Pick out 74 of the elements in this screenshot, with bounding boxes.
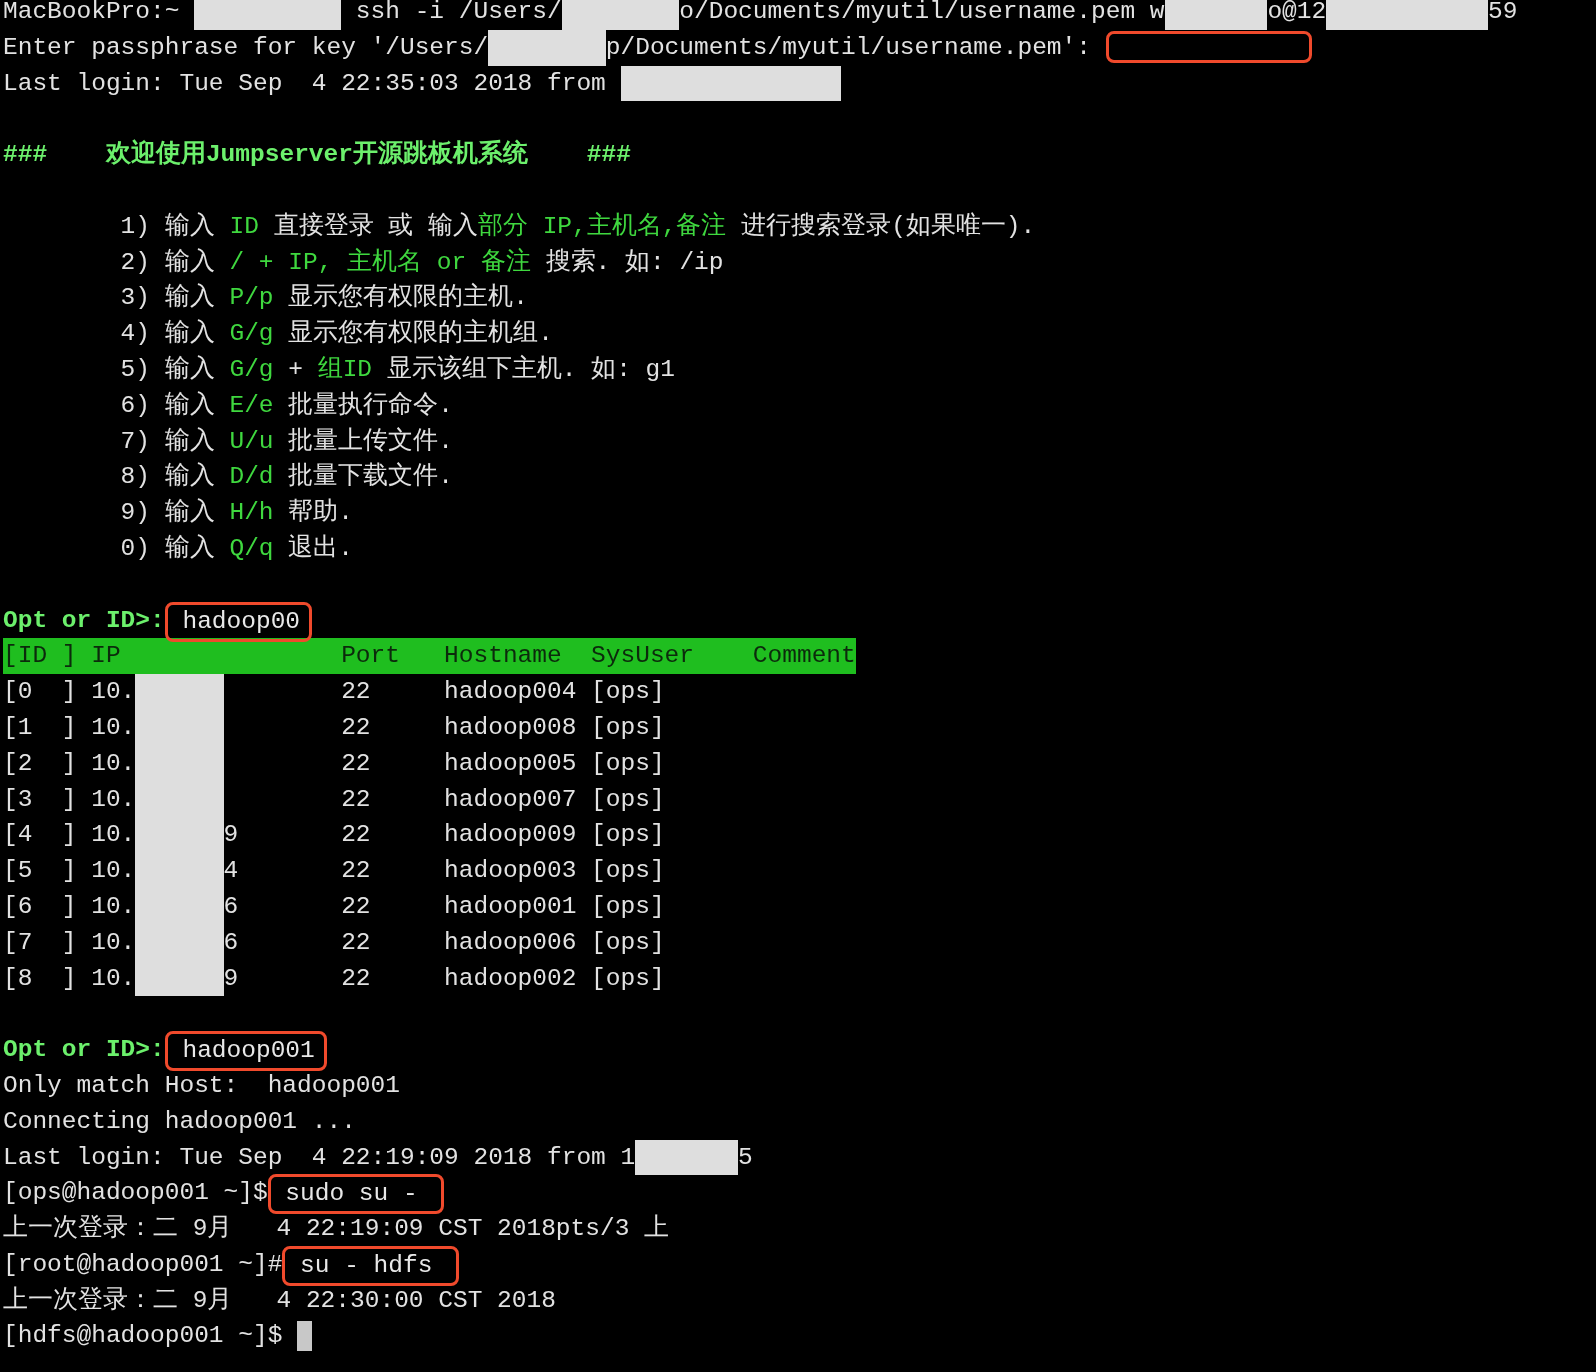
terminal-text: [7 ] 10.: [3, 928, 136, 956]
terminal-text: 直接登录 或 输入: [272, 212, 478, 240]
terminal-text: 6) 输入: [119, 391, 216, 419]
prompt-text: Opt or ID>:: [3, 1036, 165, 1064]
terminal-text: 上一次登录：二 9月 4 22:19:09 CST 2018pts/3 上: [3, 1215, 670, 1243]
terminal-text: [2 ] 10.: [3, 749, 136, 777]
terminal-text: 退出.: [287, 534, 353, 562]
terminal-text: 1) 输入: [119, 212, 216, 240]
terminal-text: [ops@hadoop001 ~]$: [3, 1179, 268, 1207]
terminal-text: [5 ] 10.: [3, 857, 136, 885]
terminal-text: Last login: Tue Sep 4 22:19:09 2018 from 1: [3, 1143, 636, 1171]
highlighted-text: / + IP, 主机名 or 备注: [229, 248, 531, 276]
terminal-text: o@12: [1267, 0, 1327, 25]
highlighted-text: D/d: [229, 463, 274, 491]
terminal-text: Connecting hadoop001 ...: [3, 1107, 356, 1135]
terminal-text: [4 ] 10.: [3, 821, 136, 849]
terminal-text: 4 22 hadoop003 [ops]: [223, 857, 665, 885]
terminal-text: 搜索. 如: /ip: [544, 248, 724, 276]
highlighted-text: P/p: [229, 284, 274, 312]
terminal-text: 9 22 hadoop009 [ops]: [223, 821, 665, 849]
terminal-text: [1 ] 10.: [3, 713, 136, 741]
highlighted-text: G/g: [229, 355, 274, 383]
terminal-text: ssh -i /Users/: [354, 0, 562, 25]
terminal-text: 3) 输入: [119, 284, 216, 312]
terminal-text: Enter passphrase for key '/Users/: [3, 33, 489, 61]
terminal-text: [hdfs@hadoop001 ~]$: [3, 1322, 284, 1350]
terminal-text: 22 hadoop004 [ops]: [340, 678, 665, 706]
highlighted-text: H/h: [229, 499, 274, 527]
terminal-text: 显示您有权限的主机组.: [287, 320, 553, 348]
terminal-text: 22 hadoop005 [ops]: [340, 749, 665, 777]
prompt-text: ### 欢迎使用Jumpserver开源跳板机系统 ###: [3, 141, 631, 169]
terminal-text: [6 ] 10.: [3, 892, 136, 920]
terminal-text: MacBookPro:~: [3, 0, 181, 25]
table-header: [ID ] IP Port Hostname SysUser Comment: [3, 638, 856, 675]
terminal-text: 显示该组下主机. 如: g1: [385, 355, 675, 383]
terminal-text: o/Documents/myutil/username.pem w: [679, 0, 1165, 25]
terminal-text: [3 ] 10.: [3, 785, 136, 813]
terminal-text: [0 ] 10.: [3, 678, 136, 706]
terminal-text: 批量上传文件.: [287, 427, 453, 455]
terminal-text: [root@hadoop001 ~]#: [3, 1250, 283, 1278]
terminal-text: 批量执行命令.: [287, 391, 453, 419]
terminal-text: 7) 输入: [119, 427, 216, 455]
terminal-text: p/Documents/myutil/username.pem':: [605, 33, 1091, 61]
highlighted-text: 组ID: [317, 355, 373, 383]
terminal-text: 显示您有权限的主机.: [287, 284, 528, 312]
terminal-text: 6 22 hadoop001 [ops]: [223, 892, 665, 920]
highlighted-text: 部分 IP,主机名,备注: [477, 212, 727, 240]
highlighted-text: G/g: [229, 320, 274, 348]
terminal-text: 59: [1487, 0, 1518, 25]
terminal-text: 0) 输入: [119, 534, 216, 562]
terminal-text: 22 hadoop008 [ops]: [340, 713, 665, 741]
terminal-text: 批量下载文件.: [287, 463, 453, 491]
terminal-text: 上一次登录：二 9月 4 22:30:00 CST 2018: [3, 1286, 556, 1314]
text-cursor: [297, 1321, 312, 1351]
terminal-text: 22 hadoop007 [ops]: [340, 785, 665, 813]
highlighted-text: E/e: [229, 391, 274, 419]
terminal-text: 6 22 hadoop006 [ops]: [223, 928, 665, 956]
terminal-text: Last login: Tue Sep 4 22:35:03 2018 from: [3, 69, 607, 97]
terminal-text: +: [287, 355, 304, 383]
highlighted-text: ID: [229, 212, 259, 240]
prompt-text: Opt or ID>:: [3, 606, 165, 634]
terminal-text: 8) 输入: [119, 463, 216, 491]
terminal-text: 9) 输入: [119, 499, 216, 527]
highlighted-text: U/u: [229, 427, 274, 455]
terminal-text: 9 22 hadoop002 [ops]: [223, 964, 665, 992]
terminal-text: 进行搜索登录(如果唯一).: [740, 212, 1036, 240]
terminal-text: 5) 输入: [119, 355, 216, 383]
terminal-text: [8 ] 10.: [3, 964, 136, 992]
highlighted-text: Q/q: [229, 534, 274, 562]
terminal-text: 4) 输入: [119, 320, 216, 348]
terminal-text: 帮助.: [287, 499, 353, 527]
terminal-text: 5: [738, 1143, 753, 1171]
terminal-text: 2) 输入: [119, 248, 216, 276]
terminal-text: Only match Host: hadoop001: [3, 1071, 400, 1099]
